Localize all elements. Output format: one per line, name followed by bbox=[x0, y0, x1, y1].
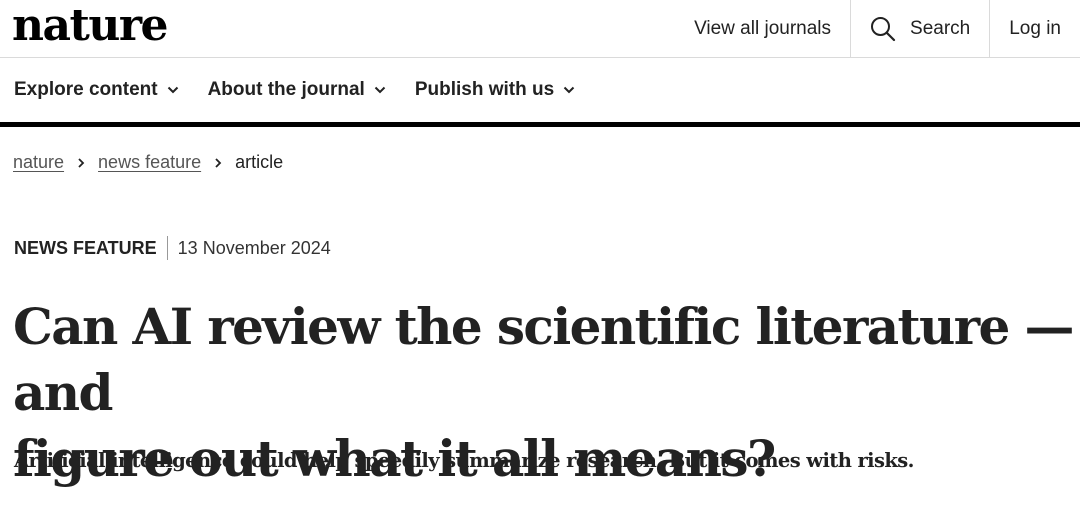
nav-about-journal[interactable]: About the journal bbox=[208, 79, 386, 101]
article-date: 13 November 2024 bbox=[177, 237, 331, 258]
nav-divider bbox=[0, 122, 1080, 127]
breadcrumb-section-link[interactable]: news feature bbox=[98, 152, 201, 173]
log-in-label: Log in bbox=[1009, 17, 1061, 39]
chevron-right-icon bbox=[78, 157, 85, 168]
main-nav: Explore content About the journal Publis… bbox=[0, 58, 1080, 122]
chevron-down-icon bbox=[167, 86, 178, 94]
nav-publish-with-us[interactable]: Publish with us bbox=[415, 79, 575, 101]
nav-about-label: About the journal bbox=[207, 79, 365, 100]
nav-publish-label: Publish with us bbox=[414, 79, 555, 100]
search-label: Search bbox=[910, 17, 971, 39]
article-meta: NEWS FEATURE 13 November 2024 bbox=[14, 236, 331, 260]
header-links: View all journals Search Log in bbox=[675, 0, 1080, 57]
chevron-down-icon bbox=[374, 86, 386, 94]
view-all-journals-link[interactable]: View all journals bbox=[675, 0, 850, 57]
nav-explore-content[interactable]: Explore content bbox=[14, 79, 179, 101]
chevron-right-icon bbox=[215, 157, 222, 168]
search-button[interactable]: Search bbox=[850, 0, 989, 57]
breadcrumb-current: article bbox=[235, 152, 284, 172]
nav-explore-label: Explore content bbox=[14, 79, 158, 100]
log-in-link[interactable]: Log in bbox=[989, 0, 1080, 57]
breadcrumb: nature news feature article bbox=[13, 152, 283, 173]
nature-logo[interactable]: nature bbox=[12, 2, 169, 50]
article-type: NEWS FEATURE bbox=[14, 236, 168, 260]
view-all-journals-label: View all journals bbox=[694, 17, 832, 39]
article-standfirst: Artificial intelligence could help speed… bbox=[14, 449, 914, 472]
article-title-line-1: Can AI review the scientific literature … bbox=[13, 297, 1075, 422]
search-icon bbox=[871, 16, 896, 41]
chevron-down-icon bbox=[563, 86, 575, 94]
breadcrumb-home-link[interactable]: nature bbox=[13, 152, 64, 173]
site-header: nature View all journals Search Log in bbox=[0, 0, 1080, 58]
